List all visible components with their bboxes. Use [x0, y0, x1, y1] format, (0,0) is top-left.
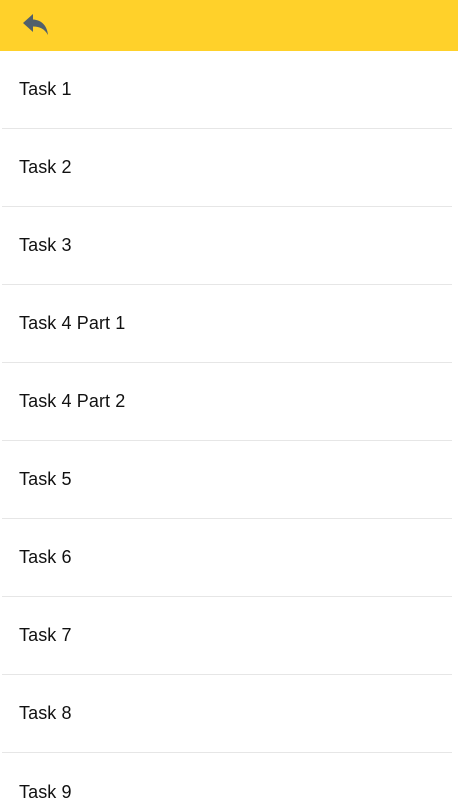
task-label: Task 9 — [19, 781, 72, 800]
task-label: Task 4 Part 1 — [19, 313, 126, 333]
task-label: Task 7 — [19, 625, 72, 645]
task-label: Task 5 — [19, 469, 72, 489]
list-item[interactable]: Task 1 — [2, 51, 452, 129]
task-label: Task 4 Part 2 — [19, 391, 126, 411]
task-list: Task 1 Task 2 Task 3 Task 4 Part 1 Task … — [0, 51, 458, 800]
list-item[interactable]: Task 2 — [2, 129, 452, 207]
list-item[interactable]: Task 6 — [2, 519, 452, 597]
app-screen: Task 1 Task 2 Task 3 Task 4 Part 1 Task … — [0, 0, 458, 800]
task-label: Task 1 — [19, 79, 72, 99]
list-item[interactable]: Task 5 — [2, 441, 452, 519]
list-item[interactable]: Task 9 — [2, 753, 452, 800]
list-item[interactable]: Task 3 — [2, 207, 452, 285]
list-item[interactable]: Task 8 — [2, 675, 452, 753]
list-item[interactable]: Task 7 — [2, 597, 452, 675]
task-label: Task 2 — [19, 157, 72, 177]
task-label: Task 8 — [19, 703, 72, 723]
list-item[interactable]: Task 4 Part 1 — [2, 285, 452, 363]
back-button[interactable] — [20, 9, 52, 41]
task-label: Task 6 — [19, 547, 72, 567]
list-item[interactable]: Task 4 Part 2 — [2, 363, 452, 441]
top-bar — [0, 0, 458, 51]
task-label: Task 3 — [19, 235, 72, 255]
reply-arrow-icon — [23, 14, 48, 35]
